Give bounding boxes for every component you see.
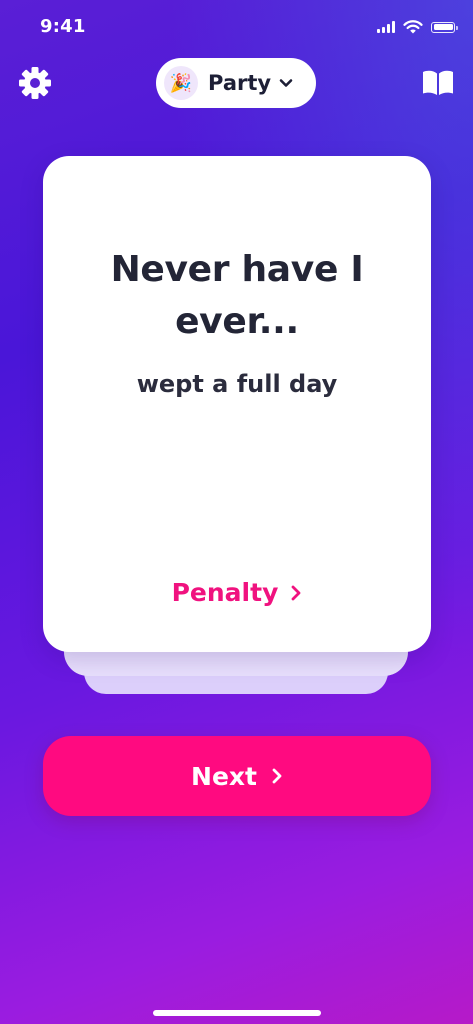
wifi-icon	[403, 20, 423, 34]
open-book-icon	[423, 70, 453, 95]
mode-label: Party	[208, 71, 272, 95]
cellular-signal-icon	[377, 21, 395, 33]
home-indicator[interactable]	[153, 1010, 321, 1016]
card-prompt: wept a full day	[136, 370, 338, 398]
penalty-button[interactable]: Penalty	[43, 578, 431, 607]
party-popper-icon: 🎉	[164, 66, 198, 100]
next-button[interactable]: Next	[43, 736, 431, 816]
chevron-right-icon	[272, 768, 282, 784]
battery-icon	[431, 21, 458, 33]
gear-icon	[19, 67, 51, 99]
status-icons	[377, 20, 458, 34]
next-button-label: Next	[191, 761, 257, 791]
rules-button[interactable]	[421, 68, 455, 98]
penalty-label: Penalty	[171, 578, 279, 607]
chevron-right-icon	[291, 585, 301, 600]
card-title: Never have I ever...	[110, 249, 364, 342]
chevron-down-icon	[279, 79, 293, 87]
question-card: Never have I ever... wept a full day Pen…	[43, 156, 431, 652]
settings-button[interactable]	[18, 66, 52, 100]
status-time: 9:41	[40, 16, 86, 37]
mode-selector-dropdown[interactable]: 🎉 Party	[156, 58, 316, 108]
app-screen: 9:41 🎉 Party Never have I ever... wept a…	[0, 0, 473, 1024]
